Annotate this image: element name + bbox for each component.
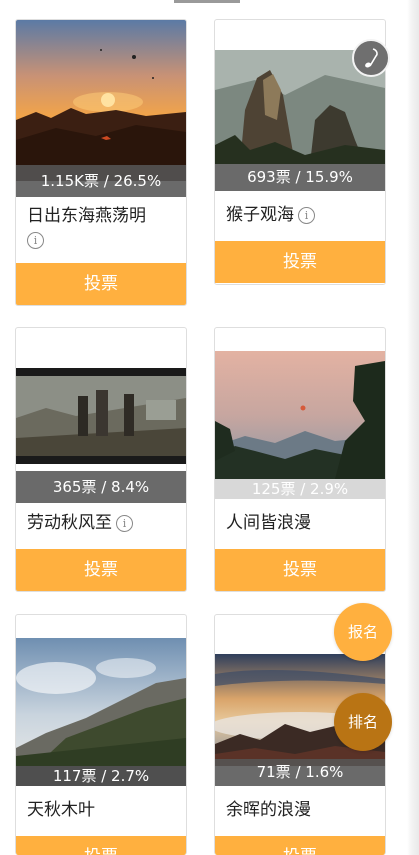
entry-photo[interactable] <box>215 351 385 479</box>
vote-stats: 125票 / 2.9% <box>215 479 385 499</box>
music-note-glyph <box>365 48 378 68</box>
porters-photo <box>16 368 186 464</box>
entry-title-text: 劳动秋风至 <box>27 513 112 533</box>
vote-stats: 693票 / 15.9% <box>215 164 385 191</box>
cliff-sky-photo <box>16 638 186 766</box>
entry-photo[interactable] <box>16 638 186 766</box>
info-icon[interactable]: i <box>298 207 315 224</box>
sunrise-photo <box>16 20 186 181</box>
vote-button[interactable]: 投票 <box>16 263 186 305</box>
entry-title-text: 余晖的浪漫 <box>226 800 311 820</box>
entry-photo[interactable] <box>16 20 186 181</box>
entry-title: 人间皆浪漫 <box>226 511 377 535</box>
dusk-pines-photo <box>215 351 385 479</box>
ranking-fab[interactable]: 排名 <box>334 693 392 751</box>
music-icon[interactable] <box>352 39 390 77</box>
entry-title: 天秋木叶 <box>27 798 178 822</box>
vote-button[interactable]: 投票 <box>215 549 385 591</box>
info-icon[interactable]: i <box>27 232 44 249</box>
entry-card: 125票 / 2.9% 人间皆浪漫 投票 <box>214 327 386 592</box>
register-fab[interactable]: 报名 <box>334 603 392 661</box>
entry-card: 117票 / 2.7% 天秋木叶 投票 <box>15 614 187 855</box>
vote-button[interactable]: 投票 <box>215 836 385 855</box>
entry-title-text: 人间皆浪漫 <box>226 513 311 533</box>
entry-card: 1.15K票 / 26.5% 日出东海燕荡明 i 投票 <box>15 19 187 306</box>
entry-title: 日出东海燕荡明 i <box>27 204 178 252</box>
entry-card: 365票 / 8.4% 劳动秋风至 i 投票 <box>15 327 187 592</box>
entry-title-text: 日出东海燕荡明 <box>27 206 146 226</box>
info-icon[interactable]: i <box>116 515 133 532</box>
vote-stats: 71票 / 1.6% <box>215 759 385 786</box>
top-scroll-indicator <box>174 0 240 3</box>
entry-title: 劳动秋风至 i <box>27 511 178 535</box>
vote-button[interactable]: 投票 <box>16 836 186 855</box>
entry-photo[interactable] <box>16 368 186 464</box>
entry-title: 余晖的浪漫 <box>226 798 377 822</box>
vote-button[interactable]: 投票 <box>16 549 186 591</box>
vote-stats: 117票 / 2.7% <box>16 766 186 786</box>
vote-stats: 365票 / 8.4% <box>16 471 186 503</box>
entry-title-text: 天秋木叶 <box>27 800 95 820</box>
vote-button[interactable]: 投票 <box>215 241 385 283</box>
page-edge-shadow <box>407 0 419 855</box>
entry-title-text: 猴子观海 <box>226 205 294 225</box>
entry-title: 猴子观海 i <box>226 203 377 227</box>
vote-stats: 1.15K票 / 26.5% <box>16 165 186 197</box>
